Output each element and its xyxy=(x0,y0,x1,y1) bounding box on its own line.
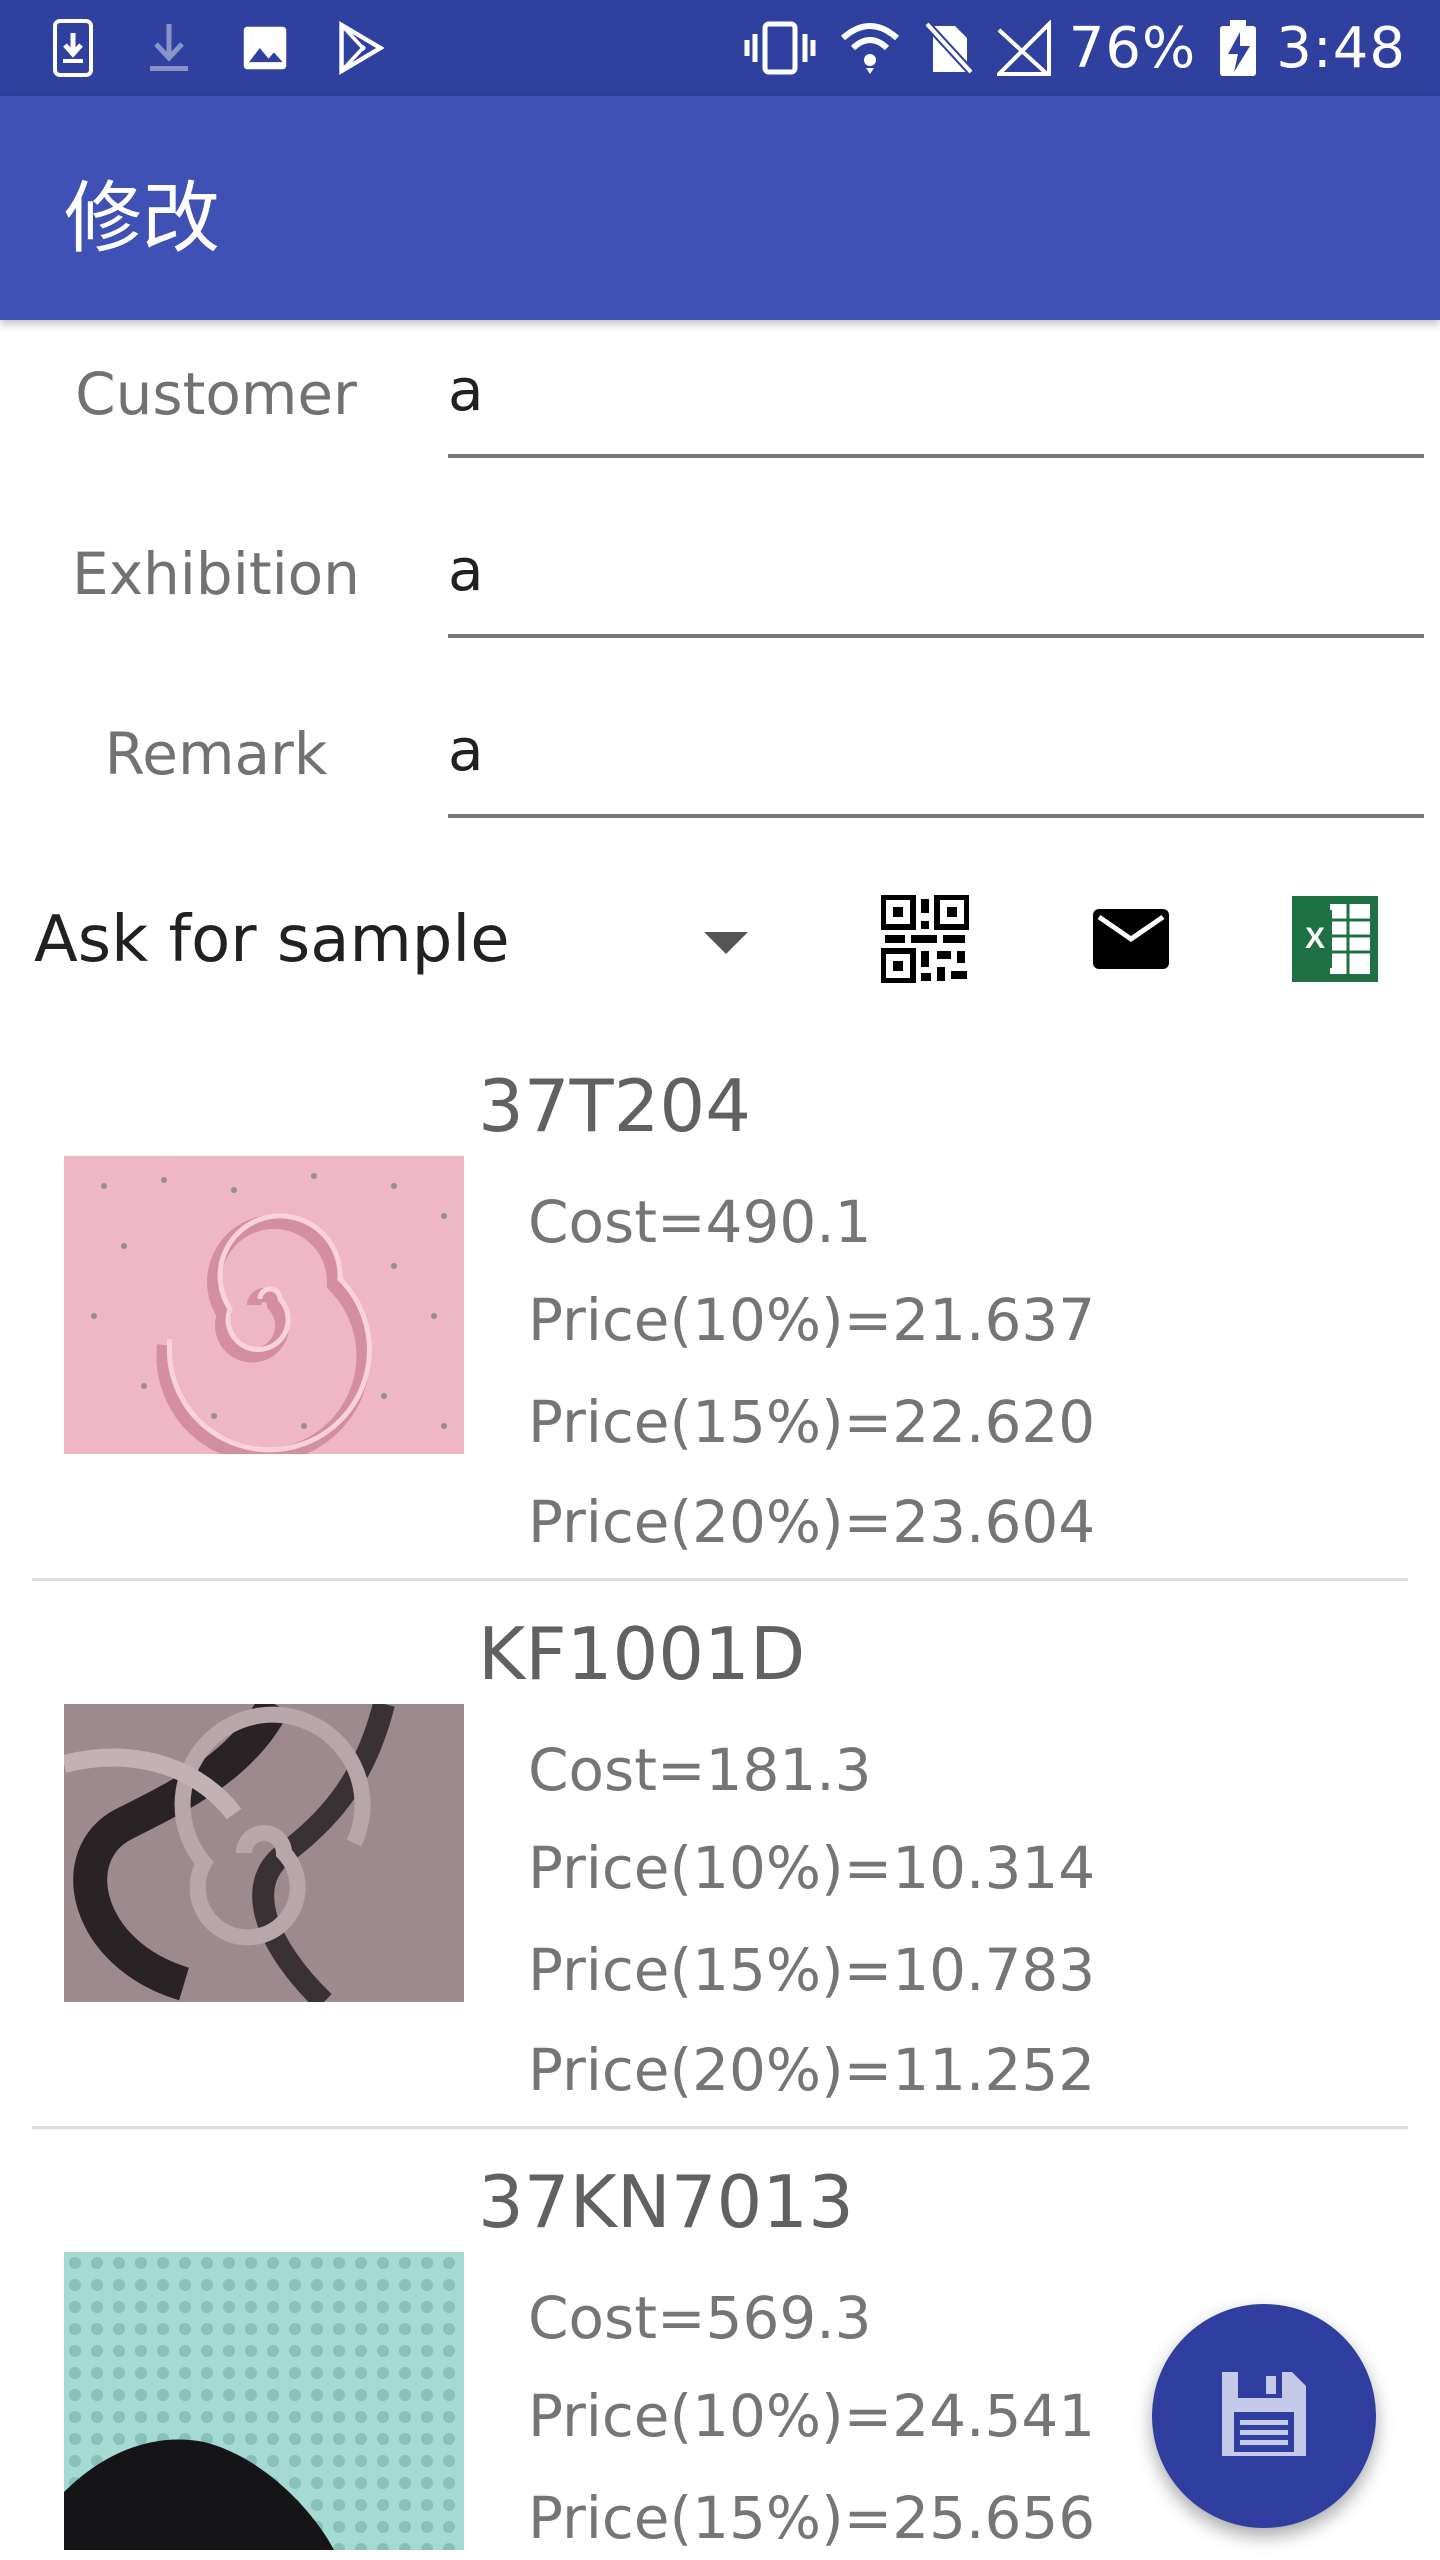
play-store-icon xyxy=(338,18,384,78)
remark-row: Remark xyxy=(0,680,1440,860)
signal-icon xyxy=(996,20,1051,76)
qr-code-icon xyxy=(880,894,970,987)
app-bar: 修改 xyxy=(0,96,1440,320)
item-price-15: Price(15%)=10.783 xyxy=(528,1936,1096,2004)
svg-text:X: X xyxy=(1305,922,1325,955)
customer-label: Customer xyxy=(75,360,357,428)
image-icon xyxy=(242,18,288,78)
list-item[interactable]: 37T204 Cost=490.1 Price(10%)=21.637 Pric… xyxy=(0,1040,1440,1588)
controls-row: Ask for sample X xyxy=(0,870,1440,1010)
item-cost: Cost=569.3 xyxy=(528,2284,872,2352)
fabric-image xyxy=(64,1156,464,1454)
fabric-image xyxy=(64,2252,464,2550)
battery-charging-icon xyxy=(1218,18,1258,78)
email-button[interactable] xyxy=(1086,896,1176,986)
item-cost: Cost=181.3 xyxy=(528,1736,872,1804)
excel-icon: X xyxy=(1292,896,1378,986)
exhibition-label: Exhibition xyxy=(72,540,360,608)
download-app-icon xyxy=(50,18,96,78)
remark-input[interactable] xyxy=(448,706,1424,818)
item-cost: Cost=490.1 xyxy=(528,1188,872,1256)
export-excel-button[interactable]: X xyxy=(1290,896,1380,986)
item-code: KF1001D xyxy=(478,1612,806,1696)
item-price-20: Price(20%)=23.604 xyxy=(528,1488,1096,1556)
item-price-15: Price(15%)=25.656 xyxy=(528,2484,1096,2552)
download-icon xyxy=(146,18,192,78)
no-sim-icon xyxy=(923,20,975,76)
exhibition-input[interactable] xyxy=(448,526,1424,638)
item-code: 37KN7013 xyxy=(478,2160,854,2244)
dropdown-arrow-icon xyxy=(704,932,748,954)
customer-row: Customer xyxy=(0,320,1440,500)
clock: 3:48 xyxy=(1276,15,1406,81)
status-indicators: 76% 3:48 xyxy=(721,16,1406,81)
item-price-10: Price(10%)=24.541 xyxy=(528,2382,1096,2450)
item-divider xyxy=(32,1578,1408,1581)
battery-percent: 76% xyxy=(1068,15,1197,81)
fabric-image xyxy=(64,1704,464,2002)
remark-label: Remark xyxy=(104,720,328,788)
vibrate-icon xyxy=(743,20,817,76)
item-divider xyxy=(32,2126,1408,2129)
spinner-selected-value: Ask for sample xyxy=(34,903,510,977)
customer-input[interactable] xyxy=(448,346,1424,458)
item-price-15: Price(15%)=22.620 xyxy=(528,1388,1096,1456)
qr-code-button[interactable] xyxy=(880,894,970,987)
page-title: 修改 xyxy=(64,174,221,264)
wifi-icon xyxy=(839,20,901,76)
sample-type-spinner[interactable]: Ask for sample xyxy=(34,870,764,1010)
list-item[interactable]: KF1001D Cost=181.3 Price(10%)=10.314 Pri… xyxy=(0,1588,1440,2136)
item-code: 37T204 xyxy=(478,1064,752,1148)
exhibition-row: Exhibition xyxy=(0,500,1440,680)
item-price-10: Price(10%)=10.314 xyxy=(528,1834,1096,1902)
item-price-10: Price(10%)=21.637 xyxy=(528,1286,1096,1354)
mail-icon xyxy=(1093,909,1169,973)
item-price-20: Price(20%)=11.252 xyxy=(528,2036,1096,2104)
save-icon xyxy=(1216,2366,1312,2466)
status-notifications xyxy=(50,18,434,78)
save-button[interactable] xyxy=(1152,2304,1376,2528)
status-bar: 76% 3:48 xyxy=(0,0,1440,96)
screen: 76% 3:48 修改 Customer Exhibition Remark A… xyxy=(0,0,1440,2560)
